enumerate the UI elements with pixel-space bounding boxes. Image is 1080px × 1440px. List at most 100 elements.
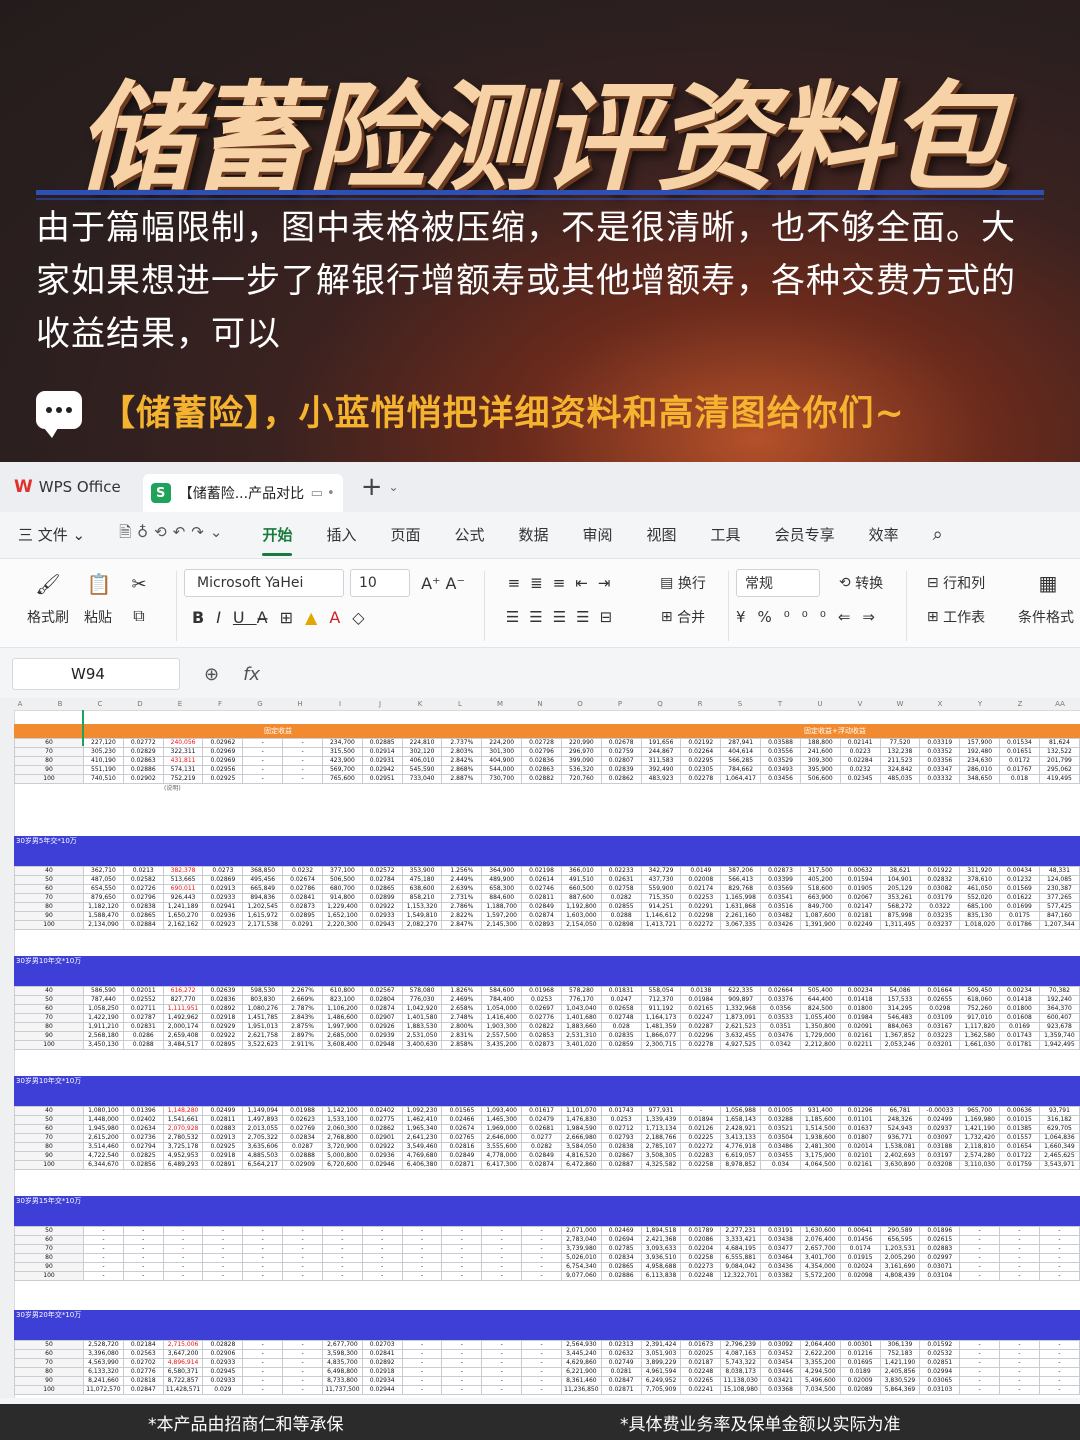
table-cell[interactable]: 584,600 bbox=[481, 986, 523, 996]
table-cell[interactable]: 0.02892 bbox=[361, 1358, 403, 1368]
table-cell[interactable]: 0.03446 bbox=[760, 1367, 801, 1377]
table-cell[interactable]: 0.02793 bbox=[600, 1133, 642, 1143]
table-cell[interactable]: 733,040 bbox=[401, 774, 443, 784]
table-cell[interactable]: 1,652,100 bbox=[321, 911, 363, 921]
tab-status-icon[interactable]: ▭ • bbox=[311, 486, 335, 501]
table-cell[interactable]: 0.02902 bbox=[122, 774, 164, 784]
table-cell[interactable]: 0.02835 bbox=[600, 1031, 642, 1041]
table-cell[interactable]: -0.00033 bbox=[919, 1106, 961, 1116]
row-age-cell[interactable]: 80 bbox=[14, 1367, 84, 1377]
table-cell[interactable]: 0.03191 bbox=[760, 1226, 801, 1236]
table-cell[interactable]: 0.03223 bbox=[919, 1031, 961, 1041]
table-cell[interactable]: 240,056 bbox=[162, 738, 204, 748]
table-cell[interactable]: 4,961,594 bbox=[640, 1367, 682, 1377]
table-cell[interactable]: 0.02278 bbox=[680, 774, 722, 784]
table-cell[interactable]: - bbox=[401, 1253, 443, 1263]
table-cell[interactable]: 0.02816 bbox=[441, 1142, 483, 1152]
table-cell[interactable]: 2.786% bbox=[441, 902, 483, 912]
table-cell[interactable]: 0.03082 bbox=[919, 884, 961, 894]
table-cell[interactable]: 0.03464 bbox=[760, 1253, 801, 1263]
table-cell[interactable]: 3,543,971 bbox=[1038, 1160, 1080, 1170]
table-cell[interactable]: 0.02914 bbox=[361, 747, 403, 757]
table-cell[interactable]: 0.01622 bbox=[999, 893, 1040, 903]
table-cell[interactable]: 0.02272 bbox=[680, 1142, 722, 1152]
table-cell[interactable]: 849,700 bbox=[799, 902, 841, 912]
cell-reference-box[interactable]: W94 bbox=[12, 658, 180, 690]
quick-access-icons[interactable]: 🗎♁⟲↶↷⌄ bbox=[119, 522, 228, 547]
table-cell[interactable]: 824,500 bbox=[799, 1004, 841, 1014]
table-cell[interactable]: 0.02631 bbox=[600, 875, 642, 885]
table-cell[interactable]: 2,171,538 bbox=[242, 920, 284, 930]
table-cell[interactable]: 0.02895 bbox=[202, 1040, 244, 1050]
table-cell[interactable]: 2,528,720 bbox=[83, 1340, 124, 1350]
table-cell[interactable]: 914,251 bbox=[640, 902, 682, 912]
table-cell[interactable]: 0.02909 bbox=[282, 1160, 323, 1170]
table-cell[interactable]: 11,236,850 bbox=[560, 1385, 602, 1395]
table-cell[interactable]: 0.02184 bbox=[122, 1340, 164, 1350]
table-cell[interactable]: 0.02865 bbox=[361, 884, 403, 894]
table-cell[interactable]: 0.02811 bbox=[202, 1115, 244, 1125]
table-cell[interactable]: - bbox=[242, 1376, 284, 1386]
table-cell[interactable]: 1,149,094 bbox=[242, 1106, 284, 1116]
row-age-cell[interactable]: 100 bbox=[14, 1271, 84, 1281]
table-cell[interactable]: - bbox=[999, 1235, 1040, 1245]
convert-button[interactable]: ⟲ 转换 bbox=[826, 571, 896, 595]
table-cell[interactable]: 5,026,010 bbox=[560, 1253, 602, 1263]
table-cell[interactable]: - bbox=[521, 1271, 562, 1281]
table-cell[interactable]: 566,413 bbox=[720, 875, 762, 885]
table-cell[interactable]: 419,495 bbox=[1038, 774, 1080, 784]
table-cell[interactable]: 0.02849 bbox=[521, 902, 562, 912]
table-cell[interactable]: 0.0288 bbox=[122, 1040, 164, 1050]
table-cell[interactable]: 559,900 bbox=[640, 884, 682, 894]
table-cell[interactable]: - bbox=[242, 1358, 284, 1368]
table-cell[interactable]: - bbox=[242, 1271, 284, 1281]
table-cell[interactable]: 690,011 bbox=[162, 884, 204, 894]
table-cell[interactable]: 1,367,852 bbox=[879, 1031, 921, 1041]
table-cell[interactable]: 2,666,980 bbox=[560, 1133, 602, 1143]
table-cell[interactable]: 0.03529 bbox=[760, 756, 801, 766]
table-cell[interactable]: 0.02829 bbox=[122, 747, 164, 757]
table-cell[interactable]: 0.02849 bbox=[441, 1151, 483, 1161]
table-cell[interactable]: 234,630 bbox=[959, 756, 1001, 766]
table-cell[interactable]: 3,401,700 bbox=[799, 1253, 841, 1263]
table-cell[interactable]: 0.01396 bbox=[122, 1106, 164, 1116]
table-cell[interactable]: 0.02248 bbox=[680, 1271, 722, 1281]
table-cell[interactable]: 0.03556 bbox=[760, 747, 801, 757]
table-cell[interactable]: 0.02828 bbox=[202, 1340, 244, 1350]
table-cell[interactable]: 1,631,868 bbox=[720, 902, 762, 912]
table-cell[interactable]: 0.01984 bbox=[839, 1013, 881, 1023]
table-cell[interactable]: 0.02839 bbox=[600, 765, 642, 775]
table-cell[interactable]: - bbox=[481, 1376, 523, 1386]
table-cell[interactable]: 0.0169 bbox=[999, 1022, 1040, 1032]
table-cell[interactable]: 0.03455 bbox=[760, 1151, 801, 1161]
row-age-cell[interactable]: 80 bbox=[14, 1022, 84, 1032]
table-cell[interactable]: 2,005,290 bbox=[879, 1253, 921, 1263]
table-cell[interactable]: 0.0189 bbox=[839, 1367, 881, 1377]
table-cell[interactable]: 598,530 bbox=[242, 986, 284, 996]
row-age-cell[interactable]: 90 bbox=[14, 1376, 84, 1386]
table-cell[interactable]: 1,339,439 bbox=[640, 1115, 682, 1125]
table-cell[interactable]: - bbox=[401, 1349, 443, 1359]
table-cell[interactable]: 3,175,900 bbox=[799, 1151, 841, 1161]
table-cell[interactable]: 0.02869 bbox=[202, 875, 244, 885]
table-cell[interactable]: 1,164,173 bbox=[640, 1013, 682, 1023]
table-cell[interactable]: 495,456 bbox=[242, 875, 284, 885]
table-cell[interactable]: 0.02838 bbox=[600, 1142, 642, 1152]
table-cell[interactable]: 0.03071 bbox=[919, 1262, 961, 1272]
row-age-cell[interactable]: 70 bbox=[14, 1133, 84, 1143]
table-cell[interactable]: 224,200 bbox=[481, 738, 523, 748]
table-cell[interactable]: 0.02882 bbox=[521, 774, 562, 784]
menu-home[interactable]: 开始 bbox=[262, 524, 293, 556]
table-cell[interactable]: 0.02141 bbox=[839, 738, 881, 748]
table-cell[interactable]: 0.02765 bbox=[441, 1133, 483, 1143]
table-cell[interactable]: 485,035 bbox=[879, 774, 921, 784]
worksheet-button[interactable]: ⊞ 工作表 bbox=[914, 605, 998, 629]
menu-insert[interactable]: 插入 bbox=[326, 524, 356, 545]
table-cell[interactable]: 0.03097 bbox=[919, 1133, 961, 1143]
table-cell[interactable]: 0.02831 bbox=[122, 1022, 164, 1032]
table-cell[interactable]: - bbox=[441, 1340, 483, 1350]
table-cell[interactable]: 230,387 bbox=[1038, 884, 1080, 894]
table-cell[interactable]: 3,093,633 bbox=[640, 1244, 682, 1254]
table-cell[interactable]: 205,129 bbox=[879, 884, 921, 894]
table-cell[interactable]: - bbox=[521, 1235, 562, 1245]
